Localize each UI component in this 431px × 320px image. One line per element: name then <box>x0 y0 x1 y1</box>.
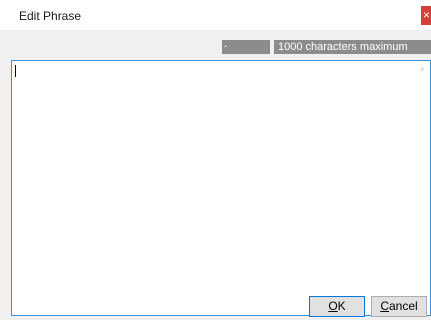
phrase-textarea[interactable]: ^ v <box>11 60 431 316</box>
edit-phrase-dialog: Edit Phrase × - 1000 characters maximum … <box>0 0 431 320</box>
close-button[interactable]: × <box>421 6 431 25</box>
ok-mnemonic: O <box>328 299 338 313</box>
cancel-label-rest: ancel <box>388 299 418 313</box>
ok-label-rest: K <box>337 299 346 313</box>
title-bar: Edit Phrase × <box>0 0 431 30</box>
vertical-scrollbar[interactable]: ^ v <box>415 61 430 315</box>
cancel-mnemonic: C <box>380 299 389 313</box>
close-icon: × <box>423 8 431 22</box>
ok-button[interactable]: OK <box>309 296 365 317</box>
character-limit-label: 1000 characters maximum <box>274 40 431 54</box>
text-caret <box>15 65 16 77</box>
scroll-up-icon[interactable]: ^ <box>415 64 430 78</box>
character-counter: - <box>222 40 270 54</box>
dialog-content: - 1000 characters maximum ^ v OK Cancel <box>0 30 431 320</box>
dialog-title: Edit Phrase <box>19 9 82 23</box>
cancel-button[interactable]: Cancel <box>371 296 427 317</box>
